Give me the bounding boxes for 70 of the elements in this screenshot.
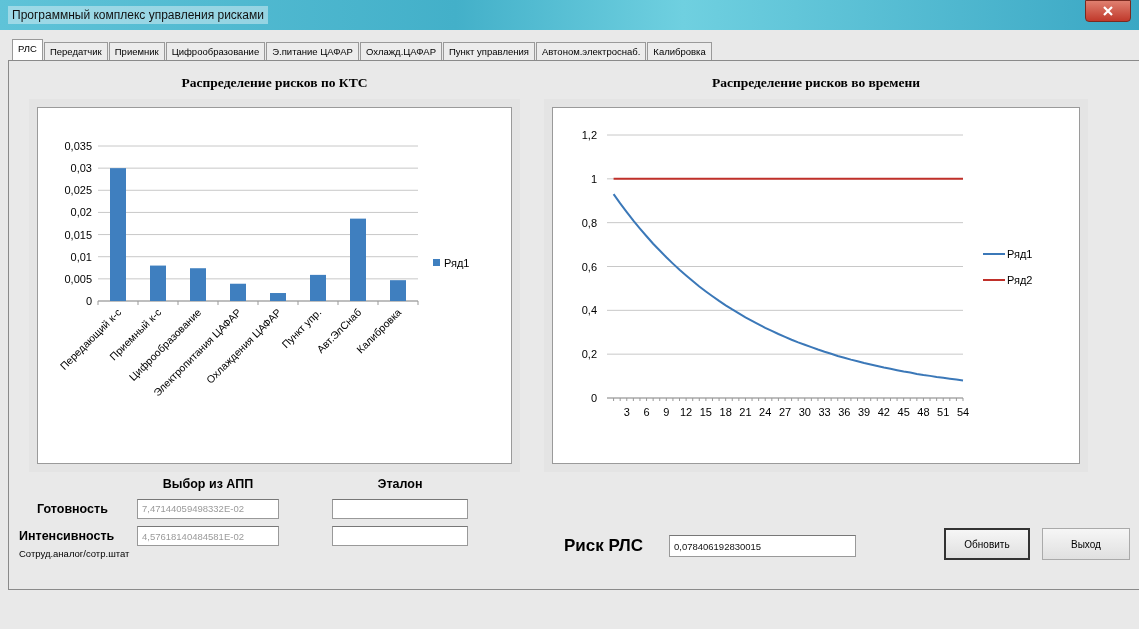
axis-label: 21	[739, 406, 752, 418]
refresh-button[interactable]: Обновить	[943, 528, 1030, 560]
legend-label: Ряд1	[444, 257, 470, 269]
bar	[270, 293, 286, 301]
window-title: Программный комплекс управления рисками	[8, 6, 268, 24]
axis-label: 12	[680, 406, 693, 418]
axis-label: 1	[590, 172, 597, 185]
axis-label: 30	[798, 406, 811, 418]
tab[interactable]: Э.питание ЦАФАР	[266, 42, 359, 60]
axis-label: 0,01	[70, 250, 92, 263]
field-label: Интенсивность	[19, 529, 116, 544]
axis-label: 48	[917, 406, 930, 418]
axis-label: 0	[590, 392, 597, 404]
axis-label: 24	[759, 406, 772, 418]
axis-label: 18	[719, 406, 732, 418]
field-note: Сотруд.аналог/сотр.штат	[19, 548, 131, 560]
tab[interactable]: Автоном.электроснаб.	[535, 42, 647, 60]
axis-label: 45	[897, 406, 910, 418]
axis-label: 0,6	[581, 260, 597, 273]
axis-label: 0,8	[581, 216, 597, 229]
legend-line	[982, 279, 1006, 281]
axis-label: 51	[937, 406, 950, 418]
risk-field[interactable]: 0,078406192830015	[668, 535, 856, 557]
axis-label: 0,4	[581, 304, 597, 317]
column-heading: Выбор из АПП	[161, 476, 255, 491]
axis-label: 27	[778, 406, 792, 418]
axis-label: 33	[818, 406, 831, 418]
axis-label: 0,035	[64, 140, 92, 152]
axis-label: 39	[858, 406, 871, 418]
axis-label: 54	[956, 406, 970, 418]
input-field[interactable]	[332, 526, 468, 547]
axis-label: 1,2	[581, 129, 597, 141]
column-heading: Эталон	[376, 476, 424, 491]
axis-label: 36	[838, 406, 851, 418]
axis-label: 3	[623, 406, 630, 418]
legend-label: Ряд2	[1007, 274, 1033, 286]
bar	[190, 268, 206, 301]
tab[interactable]: РЛС	[12, 39, 43, 60]
risk-label: Риск РЛС	[564, 536, 643, 556]
close-button[interactable]	[1085, 0, 1131, 22]
legend-swatch	[433, 259, 440, 266]
legend-line	[982, 253, 1006, 255]
tab[interactable]: Цифрообразование	[165, 42, 266, 60]
axis-label: 0	[85, 295, 92, 307]
bar	[230, 283, 246, 301]
axis-label: 0,02	[70, 206, 92, 219]
chart-heading: Распределение рисков во времени	[711, 75, 921, 91]
axis-label: 0,015	[64, 228, 92, 241]
field-label: Готовность	[36, 501, 109, 516]
axis-label: 0,005	[64, 272, 92, 285]
tab[interactable]: Пункт управления	[443, 42, 535, 60]
axis-label: 9	[663, 406, 670, 418]
bar	[390, 280, 406, 301]
legend-label: Ряд1	[1007, 248, 1033, 260]
input-field[interactable]	[332, 498, 468, 519]
tab[interactable]: Передатчик	[43, 42, 108, 60]
axis-label: 0,2	[581, 348, 597, 361]
axis-label: 42	[877, 406, 890, 418]
close-icon	[1103, 6, 1113, 16]
exit-button[interactable]: Выход	[1041, 528, 1130, 560]
axis-label: 0,03	[70, 162, 92, 175]
tab[interactable]: Приемник	[108, 42, 165, 60]
axis-label: 15	[699, 406, 712, 418]
tab[interactable]: Охлажд.ЦАФАР	[359, 42, 443, 60]
bar	[150, 265, 166, 301]
axis-label: 6	[643, 406, 650, 418]
bar	[310, 274, 326, 301]
chart-heading: Распределение рисков по КТС	[181, 75, 368, 91]
axis-label: 0,025	[64, 184, 92, 197]
tab[interactable]: Калибровка	[647, 42, 712, 60]
